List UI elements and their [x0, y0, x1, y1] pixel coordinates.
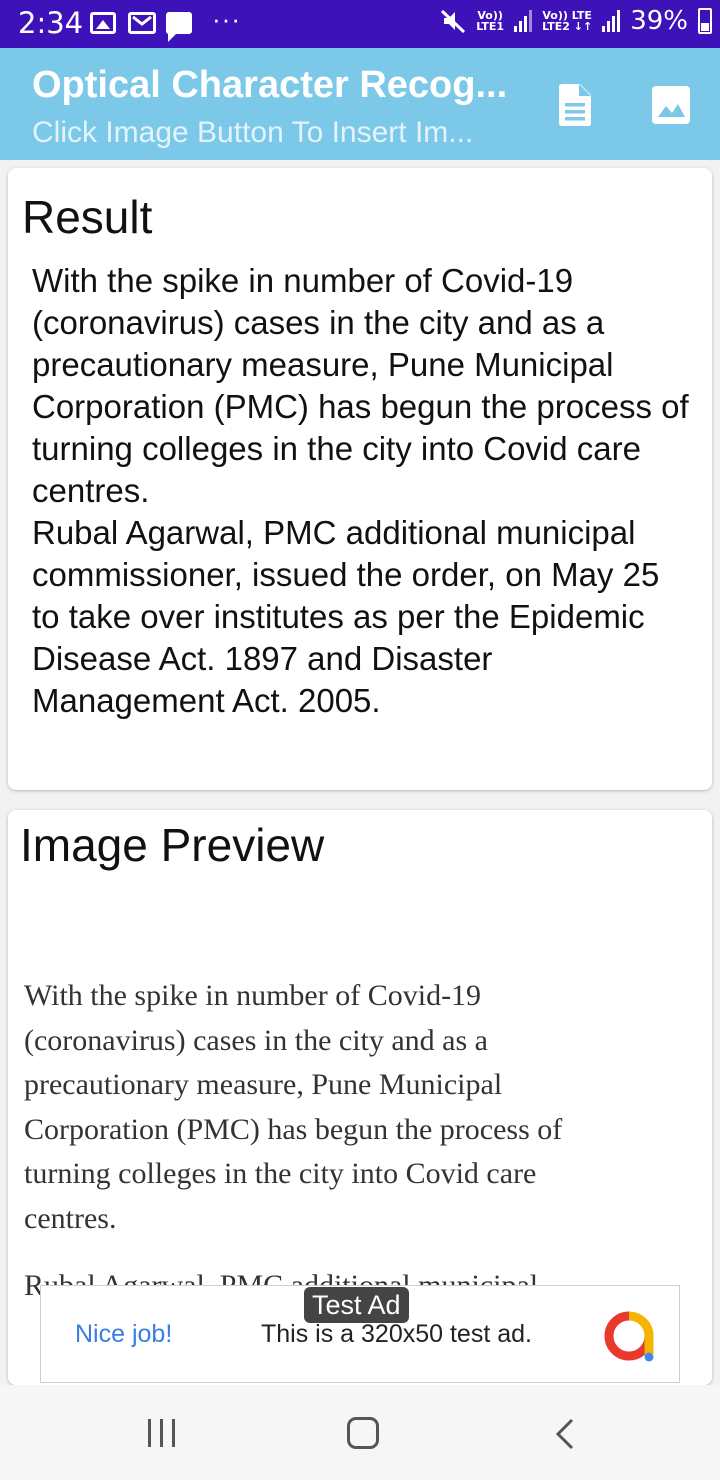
preview-line: Corporation (PMC) has begun the process … [24, 1112, 563, 1146]
sim1-signal-icon [514, 10, 533, 32]
battery-icon [698, 8, 712, 34]
app-bar: Optical Character Recog... Click Image B… [0, 48, 720, 160]
more-notifications-icon: ··· [212, 4, 241, 34]
insert-image-icon[interactable] [652, 86, 690, 124]
status-bar: 2:34 ··· Vo)) LTE1 Vo)) LTE LTE2 ↓↑ 39% [0, 0, 720, 48]
mute-icon [441, 9, 466, 34]
result-text: With the spike in number of Covid-19 (co… [32, 262, 689, 719]
preview-line: turning colleges in the city into Covid … [24, 1157, 537, 1190]
preview-line: precautionary measure, Pune Municipal [24, 1068, 503, 1101]
image-notification-icon [90, 12, 116, 34]
document-icon[interactable] [556, 84, 594, 126]
status-icons: Vo)) LTE1 Vo)) LTE LTE2 ↓↑ 39% [440, 6, 712, 36]
test-ad-badge: Test Ad [304, 1287, 409, 1323]
ad-body[interactable]: This is a 320x50 test ad. [261, 1320, 532, 1349]
app-subtitle: Click Image Button To Insert Im... [32, 116, 474, 149]
battery-percent: 39% [630, 6, 688, 36]
preview-line: centres. [24, 1201, 117, 1235]
sim2-signal-icon [602, 10, 621, 32]
result-heading: Result [22, 191, 153, 243]
sim2-network-label: Vo)) LTE LTE2 ↓↑ [542, 9, 593, 33]
preview-line: (coronavirus) cases in the city and as a [24, 1023, 488, 1057]
home-icon[interactable] [347, 1417, 379, 1449]
result-card: Result With the spike in number of Covid… [8, 168, 712, 790]
sim1-network-label: Vo)) LTE1 [476, 9, 505, 33]
ad-headline[interactable]: Nice job! [75, 1320, 172, 1349]
chat-notification-icon [166, 12, 192, 42]
preview-image-text: With the spike in number of Covid-19 (co… [24, 974, 664, 1241]
back-icon[interactable] [552, 1417, 578, 1451]
clock: 2:34 [18, 6, 84, 40]
system-nav-bar [0, 1385, 720, 1480]
preview-line: With the spike in number of Covid-19 [24, 979, 482, 1012]
gmail-notification-icon [128, 12, 156, 34]
app-title: Optical Character Recog... [32, 64, 508, 106]
image-preview-heading: Image Preview [20, 819, 325, 871]
admob-logo-icon [604, 1311, 654, 1362]
recent-apps-icon[interactable] [148, 1419, 178, 1447]
